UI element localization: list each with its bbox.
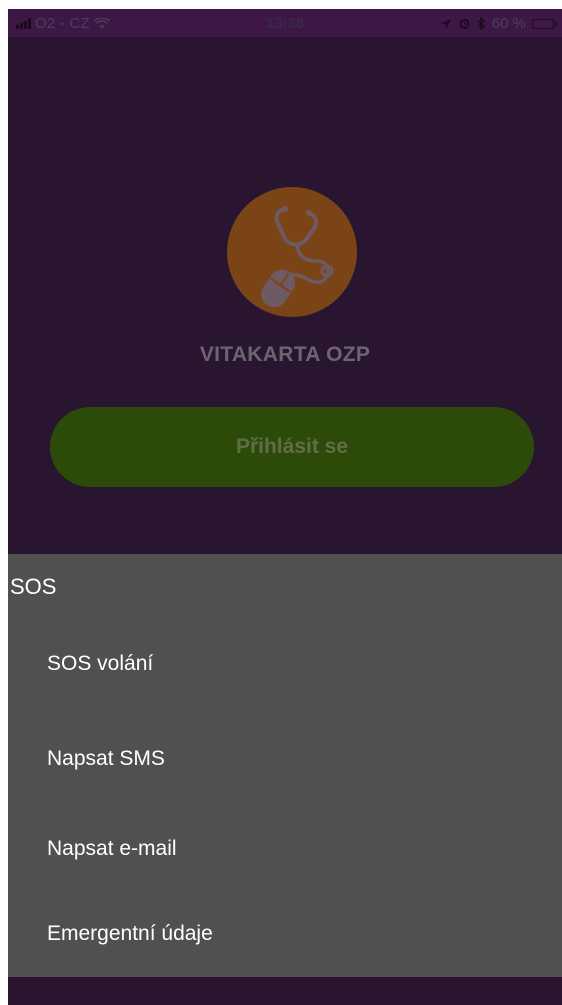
login-button[interactable]: Přihlásit se (50, 407, 534, 487)
alarm-icon (459, 19, 470, 29)
emergency-data-label: Emergentní údaje (47, 922, 213, 945)
battery-percent: 60 % (491, 15, 526, 32)
sos-action-sheet: SOS SOS volání Napsat SMS Napsat e-mail … (8, 554, 562, 977)
send-email-option[interactable]: Napsat e-mail (8, 804, 562, 894)
send-email-label: Napsat e-mail (47, 837, 177, 860)
send-sms-label: Napsat SMS (47, 747, 165, 770)
sos-title: SOS (10, 574, 57, 599)
bluetooth-icon (477, 17, 485, 30)
dimmed-background-bottom (8, 977, 562, 1005)
status-bar: O2 - CZ 13:38 60 % (8, 9, 562, 37)
app-logo (227, 187, 357, 317)
app-title: VITAKARTA OZP (199, 343, 371, 366)
location-arrow-icon (440, 18, 451, 29)
sos-call-option[interactable]: SOS volání (8, 619, 562, 709)
emergency-data-option[interactable]: Emergentní údaje (8, 889, 562, 979)
battery-icon (532, 18, 557, 29)
status-right: 60 % (440, 15, 557, 32)
stethoscope-mouse-icon (261, 206, 334, 308)
sos-call-label: SOS volání (47, 652, 154, 675)
send-sms-option[interactable]: Napsat SMS (8, 714, 562, 804)
app-screen: O2 - CZ 13:38 60 % VITAKARTA OZP Přihlás… (8, 9, 562, 1005)
